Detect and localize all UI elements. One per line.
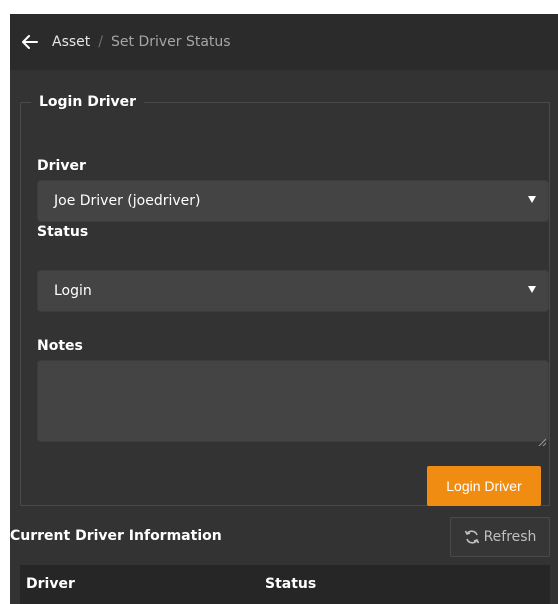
breadcrumb-separator: / (98, 34, 103, 50)
column-header-status: Status (265, 576, 317, 592)
status-label: Status (37, 224, 89, 240)
login-driver-button[interactable]: Login Driver (427, 466, 541, 506)
login-driver-legend: Login Driver (39, 94, 137, 110)
breadcrumb-current: Set Driver Status (111, 34, 231, 50)
refresh-label: Refresh (483, 529, 537, 545)
breadcrumb-parent[interactable]: Asset (52, 34, 90, 50)
refresh-icon (464, 529, 480, 545)
top-bar: Asset / Set Driver Status (10, 14, 558, 70)
current-driver-info-title: Current Driver Information (10, 528, 222, 544)
driver-select-value: Joe Driver (joedriver) (54, 193, 201, 209)
app-panel: Asset / Set Driver Status Login Driver D… (10, 14, 558, 604)
status-select[interactable]: Login (37, 270, 549, 312)
resize-grip-icon[interactable] (538, 431, 547, 447)
notes-textarea[interactable] (37, 360, 549, 447)
chevron-down-icon (528, 196, 536, 203)
refresh-button[interactable]: Refresh (450, 517, 550, 557)
column-header-driver: Driver (26, 576, 75, 592)
driver-select[interactable]: Joe Driver (joedriver) (37, 180, 549, 222)
driver-table-header: Driver Status (20, 565, 550, 604)
driver-label: Driver (37, 158, 86, 174)
back-arrow-icon[interactable] (20, 32, 40, 52)
notes-label: Notes (37, 338, 83, 354)
chevron-down-icon (528, 286, 536, 293)
status-select-value: Login (54, 283, 92, 299)
login-driver-fieldset: Login Driver Driver Joe Driver (joedrive… (20, 94, 550, 506)
